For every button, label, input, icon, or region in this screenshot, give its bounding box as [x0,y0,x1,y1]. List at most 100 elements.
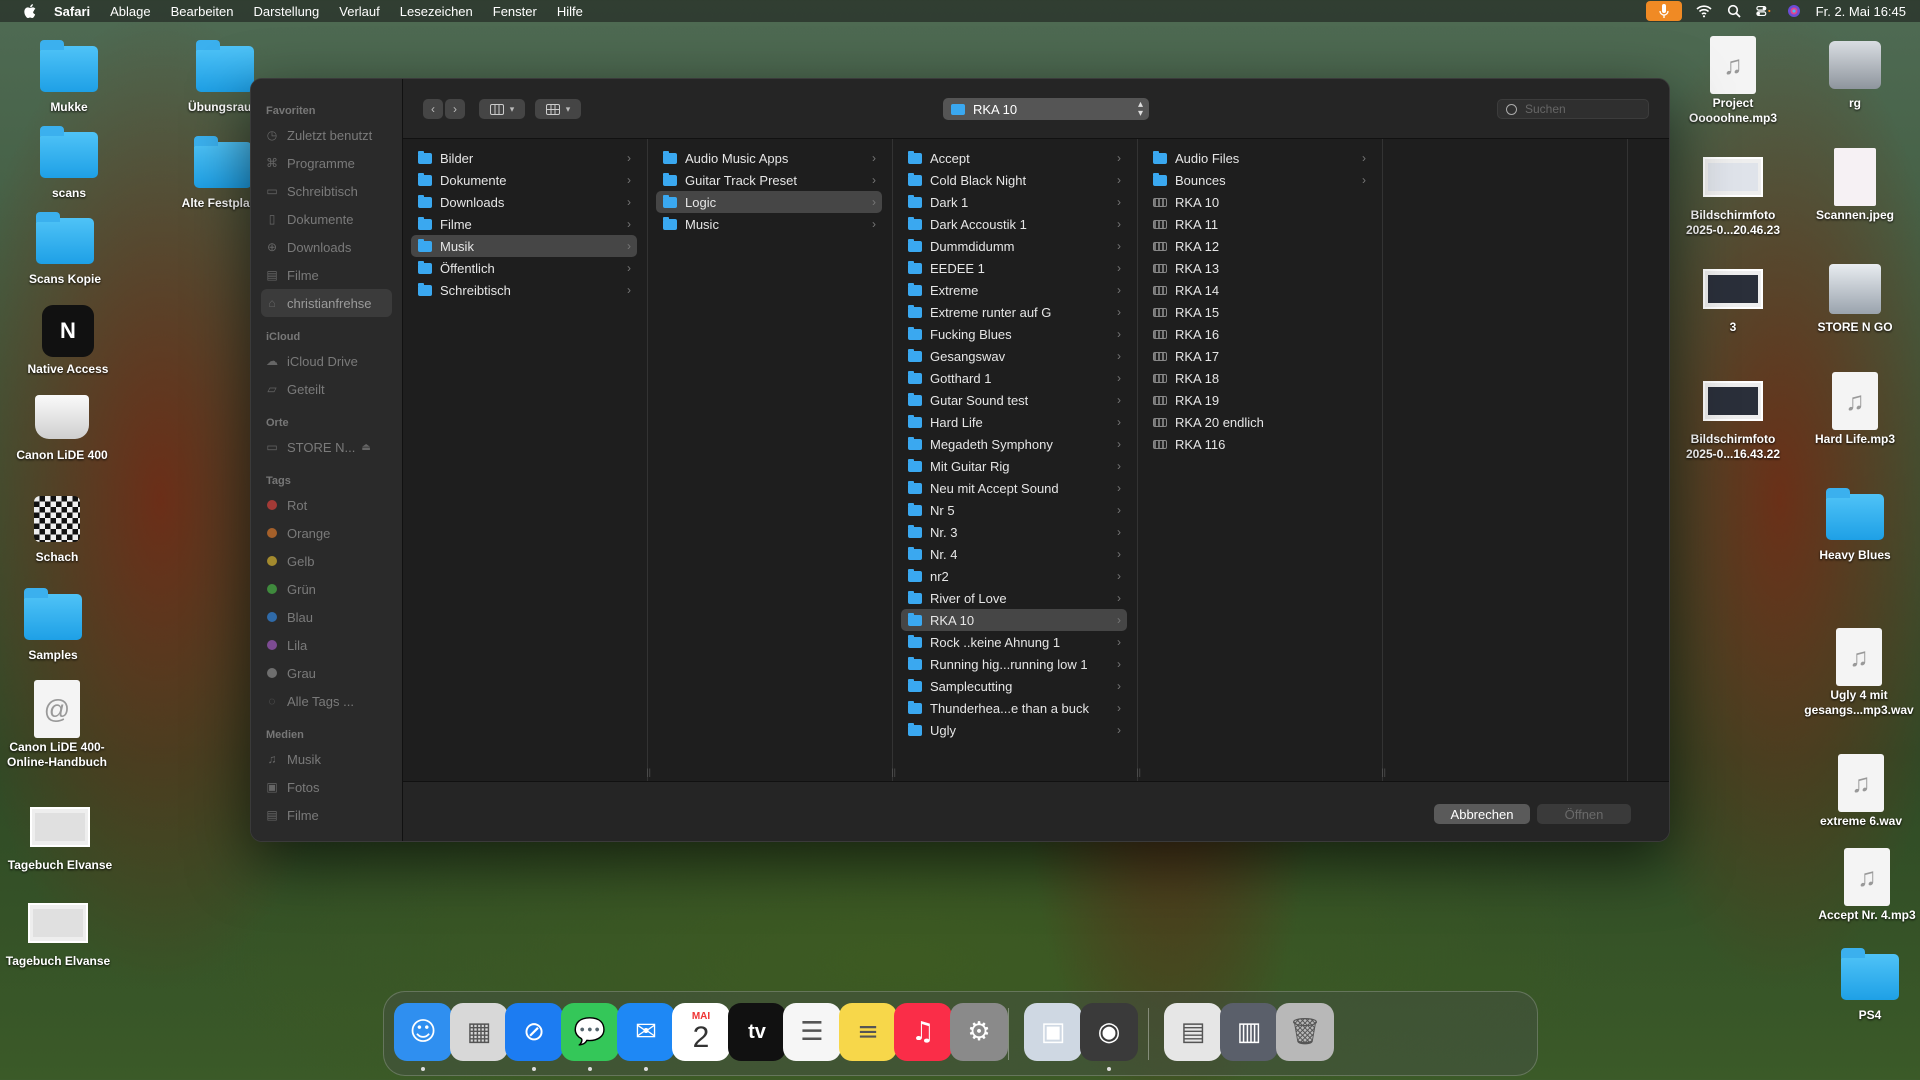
folder-row[interactable]: Accept › [901,147,1127,169]
sidebar-item-musik[interactable]: ♫ Musik [251,745,402,773]
menu-darstellung[interactable]: Darstellung [254,4,320,19]
folder-row[interactable]: Neu mit Accept Sound › [901,477,1127,499]
folder-row[interactable]: Rock ..keine Ahnung 1 › [901,631,1127,653]
folder-row[interactable]: Schreibtisch › [411,279,637,301]
menu-lesezeichen[interactable]: Lesezeichen [400,4,473,19]
folder-row[interactable]: Nr. 3 › [901,521,1127,543]
forward-button[interactable]: › [445,99,465,119]
desktop-icon-scans-kopie[interactable]: Scans Kopie [10,212,120,287]
dock-app-notes[interactable]: ≡ [839,1003,897,1061]
sidebar-item-christianfrehse[interactable]: ⌂ christianfrehse [261,289,392,317]
desktop-icon-extreme-6[interactable]: ♫ extreme 6.wav [1806,754,1916,829]
folder-row[interactable]: RKA 10 › [901,609,1127,631]
dock-app-calendar[interactable]: MAI 2 [672,1003,730,1061]
sidebar-item-geteilt[interactable]: ▱ Geteilt [251,375,402,403]
sidebar-tag-lila[interactable]: Lila [251,631,402,659]
sidebar-tag-orange[interactable]: Orange [251,519,402,547]
folder-row[interactable]: Extreme › [901,279,1127,301]
sidebar-item-store-n-go[interactable]: ▭ STORE N... ⏏ [251,433,402,461]
menu-bearbeiten[interactable]: Bearbeiten [171,4,234,19]
file-row[interactable]: RKA 19 [1146,389,1372,411]
folder-row[interactable]: Logic › [656,191,882,213]
file-row[interactable]: RKA 12 [1146,235,1372,257]
folder-row[interactable]: Hard Life › [901,411,1127,433]
folder-row[interactable]: River of Love › [901,587,1127,609]
dock-app-preview[interactable]: ▣ [1024,1003,1082,1061]
folder-row[interactable]: Downloads › [411,191,637,213]
folder-row[interactable]: EEDEE 1 › [901,257,1127,279]
desktop-icon-accept-nr4[interactable]: ♫ Accept Nr. 4.mp3 [1812,848,1920,923]
file-row[interactable]: RKA 11 [1146,213,1372,235]
file-row[interactable]: RKA 14 [1146,279,1372,301]
desktop-icon-rg[interactable]: rg [1800,38,1910,111]
sidebar-item-downloads[interactable]: ⊕ Downloads [251,233,402,261]
desktop-icon-tagebuch-1[interactable]: Tagebuch Elvanse [5,800,115,873]
folder-row[interactable]: Thunderhea...e than a buck › [901,697,1127,719]
menu-hilfe[interactable]: Hilfe [557,4,583,19]
folder-row[interactable]: Dokumente › [411,169,637,191]
dock-app-system-settings[interactable]: ⚙ [950,1003,1008,1061]
desktop-icon-project-ooooohne[interactable]: ♫ Project Ooooohne.mp3 [1678,36,1788,126]
folder-row[interactable]: Dummdidumm › [901,235,1127,257]
menu-fenster[interactable]: Fenster [493,4,537,19]
search-field[interactable]: Suchen [1497,99,1649,119]
folder-row[interactable]: Guitar Track Preset › [656,169,882,191]
dock-app-messages[interactable]: 💬 [561,1003,619,1061]
sidebar-tag-all[interactable]: ◌ Alle Tags ... [251,687,402,715]
clock[interactable]: Fr. 2. Mai 16:45 [1816,4,1906,19]
file-row[interactable]: RKA 13 [1146,257,1372,279]
view-mode-button[interactable]: ▾ [479,99,525,119]
folder-row[interactable]: Nr 5 › [901,499,1127,521]
sidebar-item-fotos[interactable]: ▣ Fotos [251,773,402,801]
file-row[interactable]: RKA 15 [1146,301,1372,323]
file-row[interactable]: RKA 16 [1146,323,1372,345]
desktop-icon-scannen-jpeg[interactable]: Scannen.jpeg [1800,148,1910,223]
folder-row[interactable]: Audio Music Apps › [656,147,882,169]
location-popup[interactable]: RKA 10 ▴ ▾ [943,98,1149,120]
sidebar-item-filme-media[interactable]: ▤ Filme [251,801,402,829]
dock-app-mail[interactable]: ✉ [617,1003,675,1061]
folder-row[interactable]: Cold Black Night › [901,169,1127,191]
spotlight-search-icon[interactable] [1726,4,1742,18]
file-row[interactable]: RKA 17 [1146,345,1372,367]
desktop-icon-3[interactable]: 3 [1678,262,1788,335]
dock-app-screenshot[interactable]: ▥ [1220,1003,1278,1061]
menu-ablage[interactable]: Ablage [110,4,150,19]
eject-icon[interactable]: ⏏ [361,442,370,453]
desktop-icon-native-access[interactable]: N Native Access [13,304,123,377]
folder-row[interactable]: Bilder › [411,147,637,169]
sidebar-item-schreibtisch[interactable]: ▭ Schreibtisch [251,177,402,205]
dock-app-logic-pro[interactable]: ◉ [1080,1003,1138,1061]
folder-row[interactable]: Gesangswav › [901,345,1127,367]
desktop-icon-store-n-go[interactable]: STORE N GO [1800,262,1910,335]
folder-row[interactable]: Ugly › [901,719,1127,741]
sidebar-tag-grau[interactable]: Grau [251,659,402,687]
desktop-icon-tagebuch-2[interactable]: Tagebuch Elvanse [3,896,113,969]
desktop-icon-hard-life[interactable]: ♫ Hard Life.mp3 [1800,372,1910,447]
file-row[interactable]: RKA 18 [1146,367,1372,389]
dock-app-music[interactable]: ♫ [894,1003,952,1061]
desktop-icon-mukke[interactable]: Mukke [14,40,124,115]
desktop-icon-canon-handbuch[interactable]: @ Canon LiDE 400-Online-Handbuch [2,680,112,770]
dock-app-reminders[interactable]: ☰ [783,1003,841,1061]
dock-app-launchpad[interactable]: ▦ [450,1003,508,1061]
cancel-button[interactable]: Abbrechen [1434,804,1530,824]
folder-row[interactable]: Gutar Sound test › [901,389,1127,411]
back-button[interactable]: ‹ [423,99,443,119]
desktop-icon-scans[interactable]: scans [14,126,124,201]
dock-app-tv[interactable]: tv [728,1003,786,1061]
group-button[interactable]: ▾ [535,99,581,119]
file-row[interactable]: RKA 10 [1146,191,1372,213]
folder-row[interactable]: Music › [656,213,882,235]
folder-row[interactable]: Bounces › [1146,169,1372,191]
sidebar-item-icloud-drive[interactable]: ☁ iCloud Drive [251,347,402,375]
apple-menu-icon[interactable] [20,4,40,18]
dock-app-safari[interactable]: ⊘ [505,1003,563,1061]
menu-verlauf[interactable]: Verlauf [339,4,379,19]
wifi-icon[interactable] [1696,4,1712,18]
desktop-icon-bildschirmfoto-2[interactable]: Bildschirmfoto 2025-0...16.43.22 [1678,374,1788,462]
dock-app-trash[interactable]: 🗑 [1276,1003,1334,1061]
desktop-icon-heavy-blues[interactable]: Heavy Blues [1800,488,1910,563]
sidebar-item-filme[interactable]: ▤ Filme [251,261,402,289]
desktop-icon-bildschirmfoto-1[interactable]: Bildschirmfoto 2025-0...20.46.23 [1678,150,1788,238]
